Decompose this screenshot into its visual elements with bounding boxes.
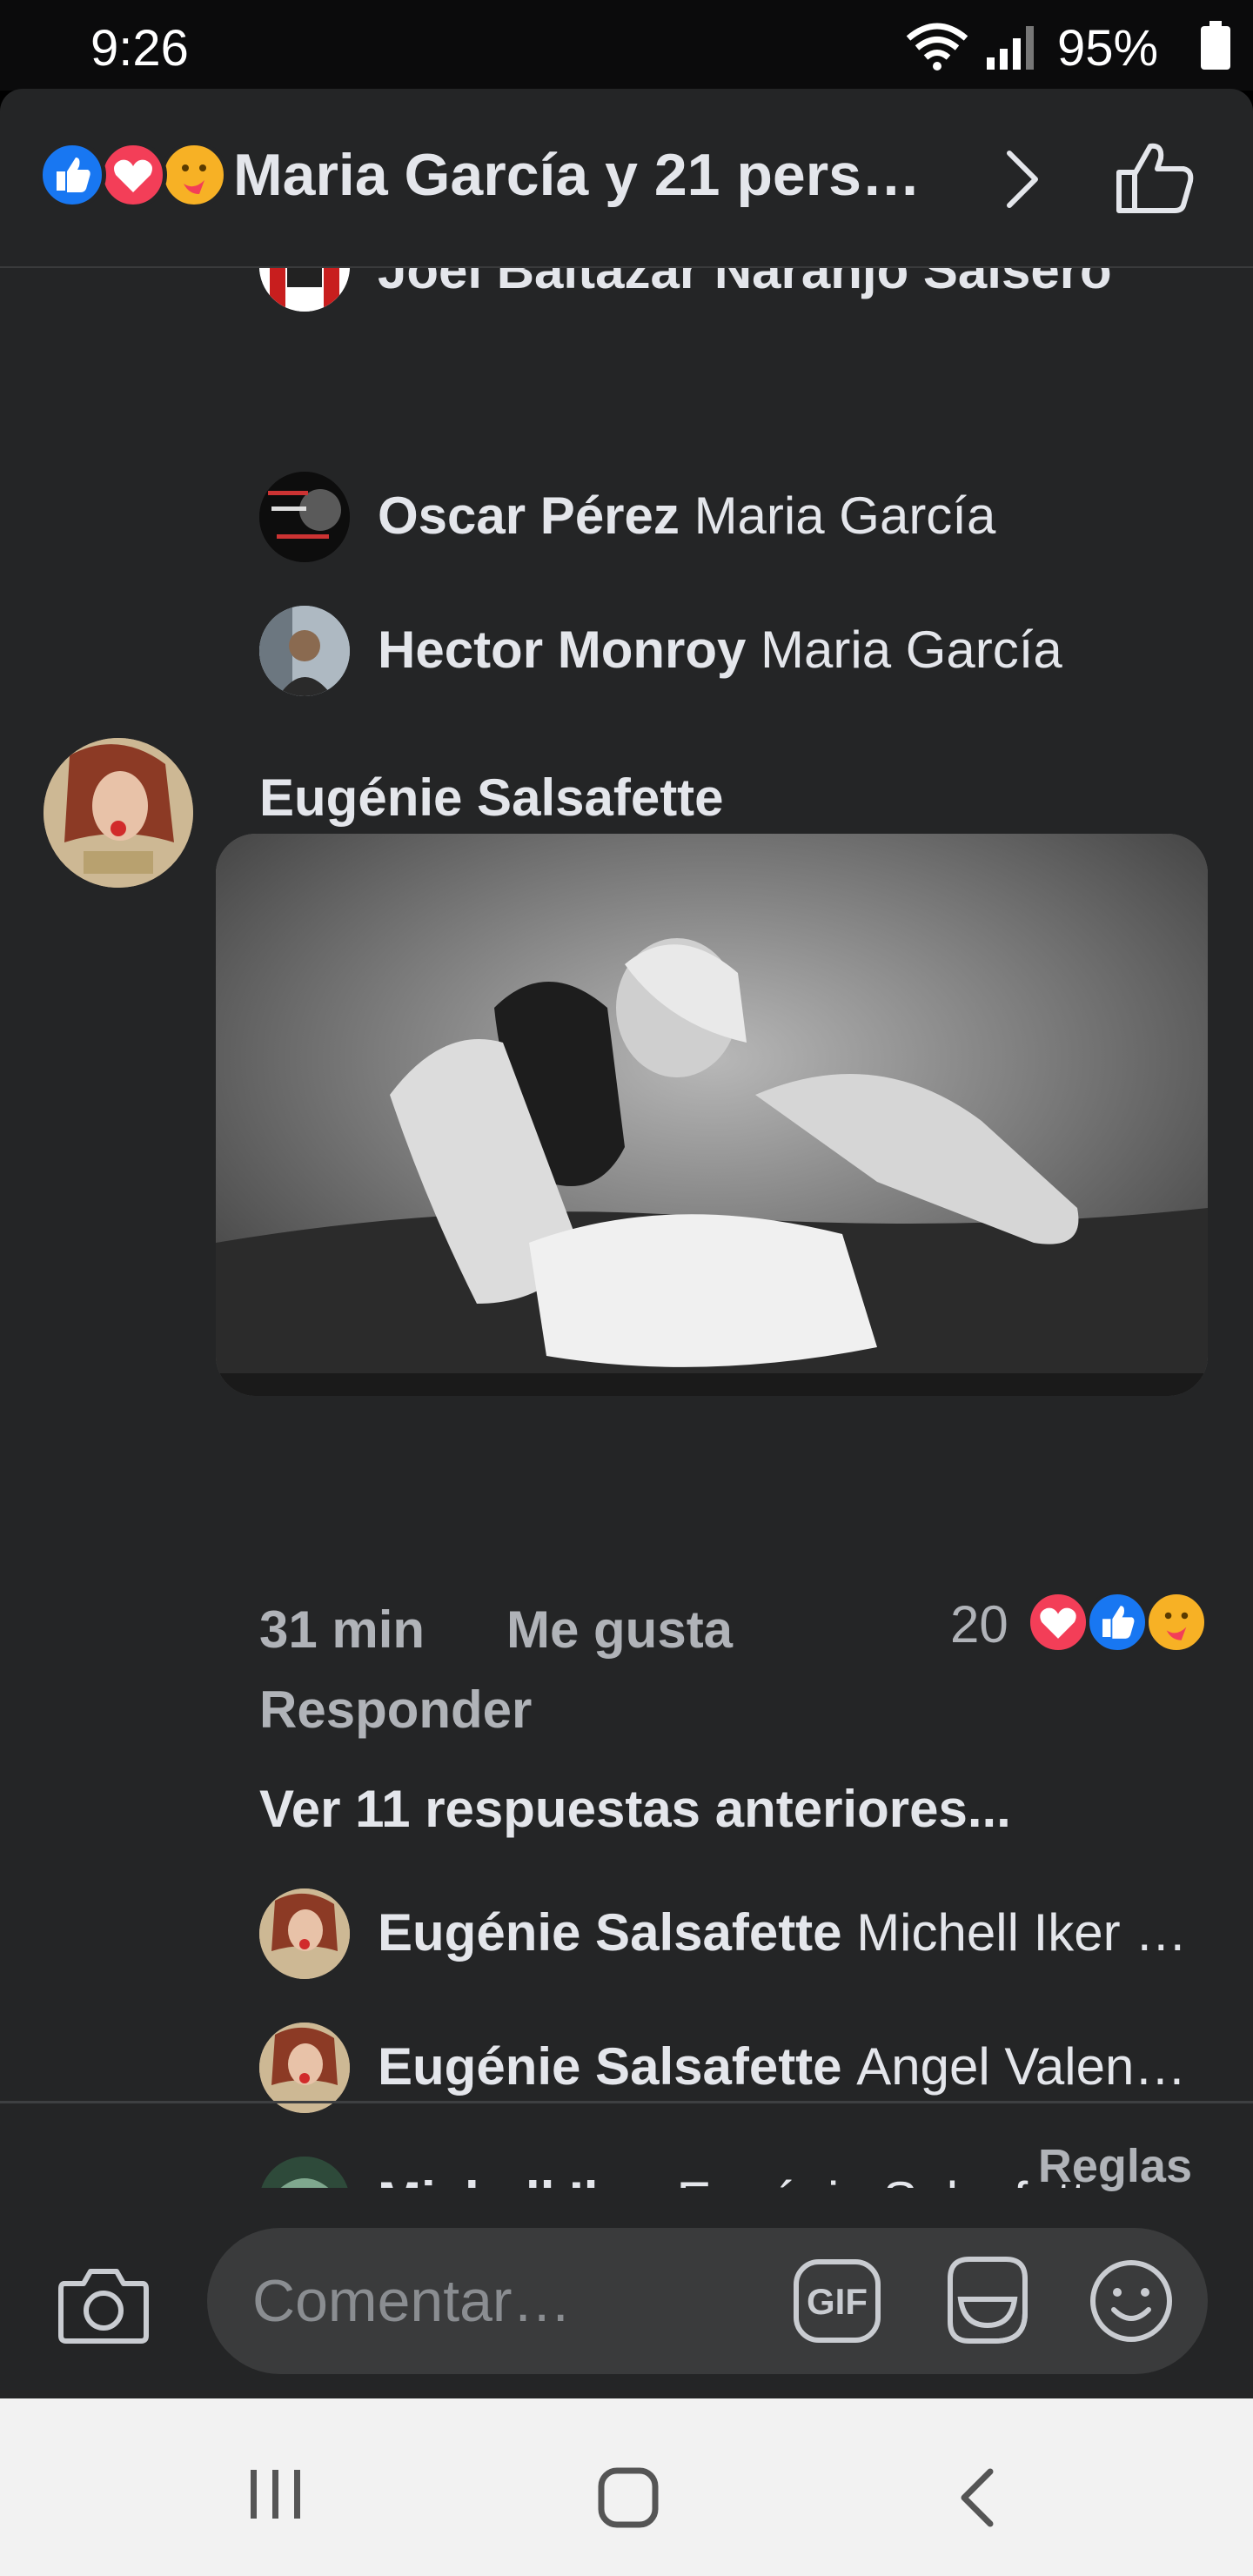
- avatar[interactable]: [259, 1888, 350, 1979]
- view-previous-replies[interactable]: Ver 11 respuestas anteriores...: [259, 1779, 1011, 1839]
- home-icon[interactable]: [597, 2466, 660, 2529]
- comments-list[interactable]: Joel Baltazar Naranjo Salsero Oscar Pére…: [0, 268, 1253, 2188]
- like-icon: [1086, 1591, 1149, 1654]
- reply-line[interactable]: Oscar Pérez Maria García: [378, 486, 995, 546]
- comment-input[interactable]: [251, 2263, 741, 2339]
- like-link[interactable]: Me gusta: [506, 1600, 733, 1660]
- reply-author[interactable]: Joel Baltazar Naranjo Salsero: [378, 268, 1112, 300]
- like-outline-icon[interactable]: [1114, 139, 1197, 218]
- reply-text: Maria García: [694, 486, 996, 545]
- gif-label: GIF: [807, 2281, 868, 2322]
- wifi-icon: [906, 23, 968, 70]
- reply-line[interactable]: Michell Iker Eugénie Salsafette: [378, 2170, 1115, 2188]
- comment-author[interactable]: Eugénie Salsafette: [259, 768, 724, 828]
- comment-avatar[interactable]: [44, 738, 193, 888]
- sticker-icon[interactable]: [941, 2252, 1034, 2348]
- battery-percent: 95%: [1057, 20, 1159, 77]
- reply-author[interactable]: Michell Iker: [378, 2171, 662, 2188]
- reply-author[interactable]: Hector Monroy: [378, 621, 746, 679]
- reply-author[interactable]: Eugénie Salsafette: [378, 1903, 842, 1962]
- comment-photo[interactable]: [216, 834, 1208, 1396]
- reply-line[interactable]: Eugénie Salsafette Michell Iker …: [378, 1902, 1187, 1962]
- rules-link[interactable]: Reglas: [1038, 2139, 1192, 2193]
- avatar[interactable]: [259, 472, 350, 562]
- comment-time: 31 min: [259, 1600, 425, 1659]
- battery-icon: [1201, 21, 1230, 70]
- chevron-right-icon[interactable]: [1001, 148, 1044, 211]
- like-icon: [38, 141, 106, 209]
- avatar[interactable]: [259, 606, 350, 696]
- reply-author[interactable]: Oscar Pérez: [378, 486, 680, 545]
- love-icon: [1027, 1591, 1089, 1654]
- reactions-header[interactable]: Maria García y 21 pers…: [0, 89, 1253, 268]
- status-bar: 9:26 95%: [0, 0, 1253, 91]
- reply-link[interactable]: Responder: [259, 1680, 532, 1740]
- camera-icon[interactable]: [57, 2264, 150, 2345]
- gif-button[interactable]: GIF: [792, 2257, 882, 2345]
- reply-text: Angel Valen…: [856, 2037, 1187, 2096]
- care-icon: [1145, 1591, 1208, 1654]
- reactions-summary[interactable]: Maria García y 21 pers…: [233, 141, 921, 209]
- comments-sheet: Maria García y 21 pers… Joel Baltazar Na…: [0, 89, 1253, 2399]
- signal-icon: [987, 26, 1034, 70]
- reply-author[interactable]: Eugénie Salsafette: [378, 2037, 842, 2096]
- footer-divider: [0, 2101, 1253, 2103]
- avatar[interactable]: [259, 2023, 350, 2113]
- comment-composer[interactable]: GIF: [207, 2228, 1208, 2374]
- reply-line[interactable]: Hector Monroy Maria García: [378, 620, 1062, 680]
- love-icon: [99, 141, 167, 209]
- status-time: 9:26: [90, 20, 189, 77]
- recent-apps-icon[interactable]: [245, 2466, 306, 2522]
- back-icon[interactable]: [955, 2466, 999, 2529]
- reply-text: Maria García: [761, 621, 1062, 679]
- avatar[interactable]: [259, 2157, 350, 2188]
- care-icon: [160, 141, 228, 209]
- emoji-icon[interactable]: [1088, 2257, 1175, 2345]
- reply-line[interactable]: Eugénie Salsafette Angel Valen…: [378, 2036, 1186, 2096]
- avatar[interactable]: [259, 268, 350, 312]
- system-nav-bar: [0, 2398, 1253, 2576]
- status-icons: 95%: [853, 0, 1253, 91]
- reply-text: Michell Iker …: [856, 1903, 1188, 1962]
- reaction-count[interactable]: 20: [950, 1594, 1008, 1654]
